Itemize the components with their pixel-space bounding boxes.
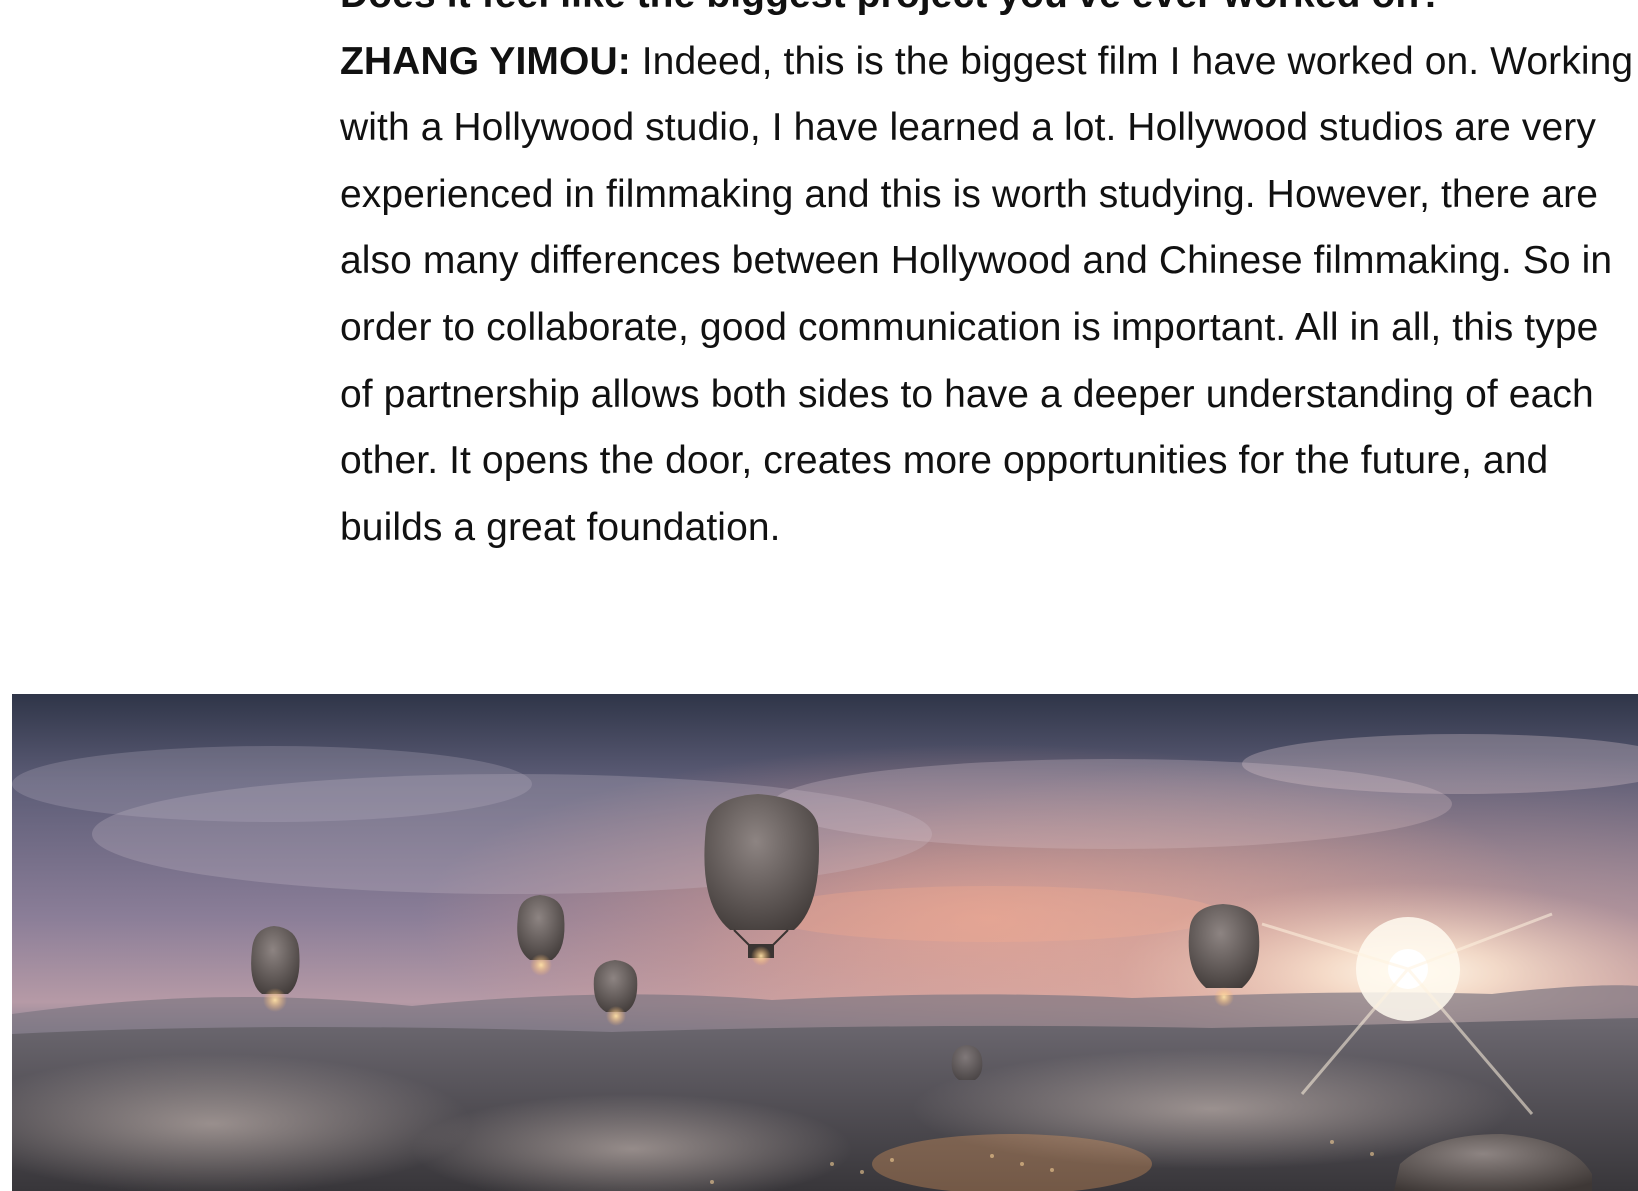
sky-lanterns-illustration	[12, 694, 1638, 1191]
lantern-icon	[951, 1045, 983, 1080]
interview-answer: ZHANG YIMOU: Indeed, this is the biggest…	[340, 29, 1636, 562]
article-hero-image	[12, 694, 1638, 1191]
speaker-name: ZHANG YIMOU:	[340, 39, 631, 83]
interview-article: Does it feel like the biggest project yo…	[340, 0, 1636, 561]
answer-text: Indeed, this is the biggest film I have …	[340, 39, 1634, 549]
interview-question: Does it feel like the biggest project yo…	[340, 0, 1636, 29]
